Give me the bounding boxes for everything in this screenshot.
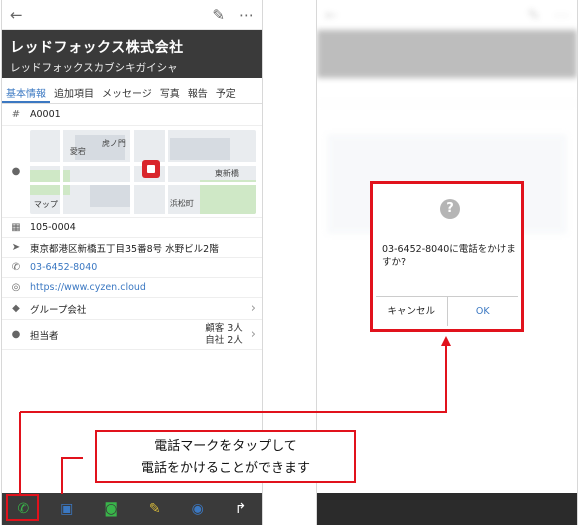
phone-icon-highlight	[6, 494, 39, 521]
callout-line-1: 電話マークをタップして	[154, 439, 297, 454]
callout-line-2: 電話をかけることができます	[140, 461, 310, 476]
instruction-callout: 電話マークをタップして 電話をかけることができます	[95, 430, 356, 483]
